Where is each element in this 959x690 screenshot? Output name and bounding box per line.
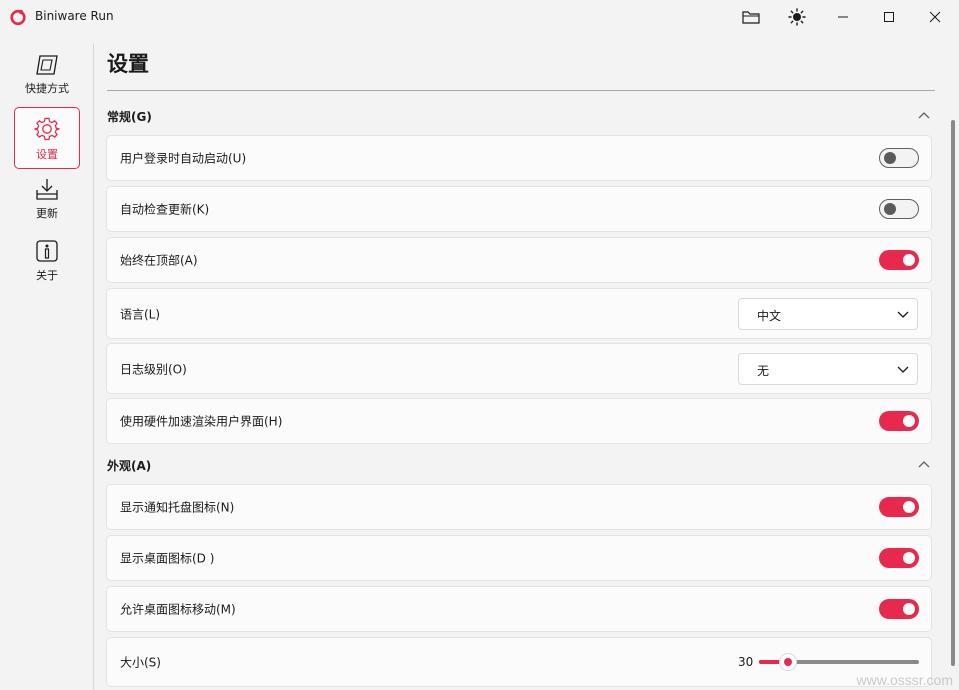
toggle-knob [884,152,896,164]
app-logo-icon [10,9,26,25]
maximize-button[interactable] [866,0,912,34]
sidebar-item-settings[interactable]: 设置 [14,107,80,169]
select-value: 无 [757,363,770,378]
setting-icon-movable: 允许桌面图标移动(M) [106,586,932,632]
setting-tray-icon: 显示通知托盘图标(N) [106,484,932,530]
setting-desktop-icon: 显示桌面图标(D ) [106,535,932,581]
sidebar-item-updates[interactable]: 更新 [14,169,80,231]
setting-size: 大小(S) 30 [106,637,932,687]
always-on-top-toggle[interactable] [879,250,919,270]
setting-label: 自动检查更新(K) [120,202,210,217]
toggle-knob [903,501,915,513]
watermark: www.osssr.com [856,672,953,688]
open-folder-button[interactable] [728,0,774,34]
sidebar-divider [93,44,94,690]
download-icon [36,179,58,200]
sun-icon [788,8,806,26]
setting-label: 用户登录时自动启动(U) [120,151,247,166]
setting-label: 使用硬件加速渲染用户界面(H) [120,414,283,429]
toggle-knob [903,415,915,427]
app-title: Biniware Run [35,9,114,23]
sidebar-item-label: 设置 [36,148,58,161]
setting-label: 显示通知托盘图标(N) [120,500,235,515]
chevron-down-icon [897,366,909,373]
size-value: 30 [738,655,754,669]
sidebar-item-label: 关于 [36,269,58,282]
info-icon [36,240,58,262]
toggle-knob [884,203,896,215]
setting-label: 显示桌面图标(D ) [120,551,215,566]
setting-label: 日志级别(O) [120,362,187,376]
section-header-appearance[interactable]: 外观(A) [107,457,151,474]
sidebar-item-label: 快捷方式 [25,82,69,95]
scrollbar[interactable] [951,120,955,666]
shortcut-icon [36,55,58,75]
setting-autoupdate: 自动检查更新(K) [106,186,932,232]
folder-icon [742,11,760,24]
setting-log-level: 日志级别(O) 无 [106,343,932,394]
setting-label: 语言(L) [120,307,161,321]
close-button[interactable] [912,0,958,34]
sidebar: 快捷方式 设置 更新 关于 [0,34,94,690]
setting-label: 始终在顶部(A) [120,253,198,268]
title-bar: Biniware Run [0,0,959,34]
toggle-knob [903,603,915,615]
setting-always-on-top: 始终在顶部(A) [106,237,932,283]
page-title: 设置 [107,52,149,76]
autoupdate-toggle[interactable] [879,199,919,219]
setting-autostart: 用户登录时自动启动(U) [106,135,932,181]
sidebar-item-label: 更新 [36,207,58,220]
log-level-select[interactable]: 无 [738,352,918,385]
sidebar-item-about[interactable]: 关于 [14,231,80,293]
select-value: 中文 [757,308,782,323]
minimize-icon [838,16,848,18]
slider-thumb[interactable] [778,653,797,671]
toggle-knob [903,254,915,266]
minimize-button[interactable] [820,0,866,34]
icon-movable-toggle[interactable] [879,599,919,619]
chevron-up-icon[interactable] [918,460,930,468]
chevron-up-icon[interactable] [918,111,930,119]
setting-language: 语言(L) 中文 [106,288,932,339]
setting-label: 大小(S) [120,655,161,670]
title-divider [107,90,935,91]
hw-accel-toggle[interactable] [879,411,919,431]
language-select[interactable]: 中文 [738,297,918,330]
setting-label: 允许桌面图标移动(M) [120,602,236,617]
close-icon [929,11,941,23]
sidebar-item-shortcuts[interactable]: 快捷方式 [14,46,80,108]
section-header-general[interactable]: 常规(G) [107,108,152,125]
size-slider[interactable] [759,653,919,671]
autostart-toggle[interactable] [879,148,919,168]
chevron-down-icon [897,311,909,318]
maximize-icon [884,12,894,22]
gear-icon [34,117,60,141]
theme-toggle-button[interactable] [774,0,820,34]
setting-hw-accel: 使用硬件加速渲染用户界面(H) [106,398,932,444]
tray-icon-toggle[interactable] [879,497,919,517]
toggle-knob [903,552,915,564]
desktop-icon-toggle[interactable] [879,548,919,568]
